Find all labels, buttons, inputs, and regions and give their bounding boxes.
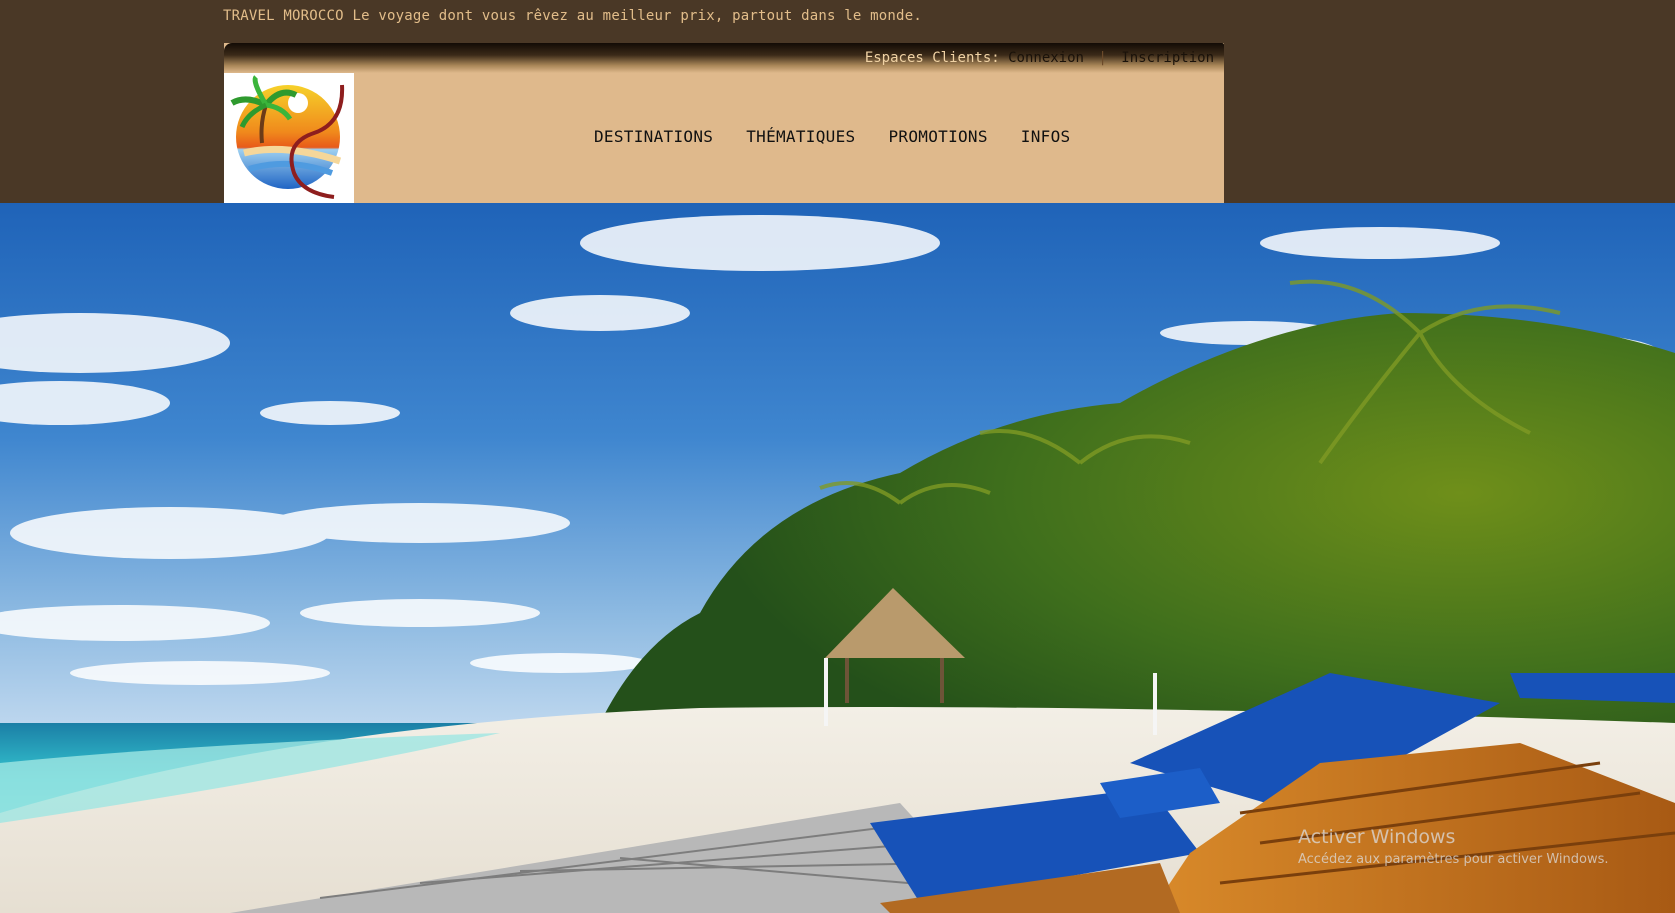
client-area-label: Espaces Clients: — [864, 50, 1000, 66]
login-link[interactable]: Connexion — [1008, 50, 1084, 66]
tropical-beach-image — [0, 203, 1675, 913]
nav-promotions[interactable]: PROMOTIONS — [888, 127, 987, 146]
site-header: Espaces Clients: Connexion | Inscription — [224, 43, 1224, 203]
brand-name: TRAVEL MOROCCO — [223, 8, 344, 24]
logo-sun-palm-icon — [230, 75, 345, 199]
site-tagline: Le voyage dont vous rêvez au meilleur pr… — [352, 8, 922, 24]
header-top-strip: Espaces Clients: Connexion | Inscription — [224, 43, 1224, 73]
site-logo[interactable] — [224, 73, 354, 203]
nav-infos[interactable]: INFOS — [1021, 127, 1071, 146]
nav-thematiques[interactable]: THÉMATIQUES — [746, 127, 855, 146]
link-separator: | — [1098, 50, 1107, 66]
client-area-links: Espaces Clients: Connexion | Inscription — [865, 50, 1214, 66]
nav-destinations[interactable]: DESTINATIONS — [594, 127, 713, 146]
hero-banner — [0, 203, 1675, 913]
main-navigation: DESTINATIONS THÉMATIQUES PROMOTIONS INFO… — [594, 127, 1070, 146]
register-link[interactable]: Inscription — [1121, 50, 1214, 66]
site-tagline-bar: TRAVEL MOROCCO Le voyage dont vous rêvez… — [223, 8, 922, 24]
